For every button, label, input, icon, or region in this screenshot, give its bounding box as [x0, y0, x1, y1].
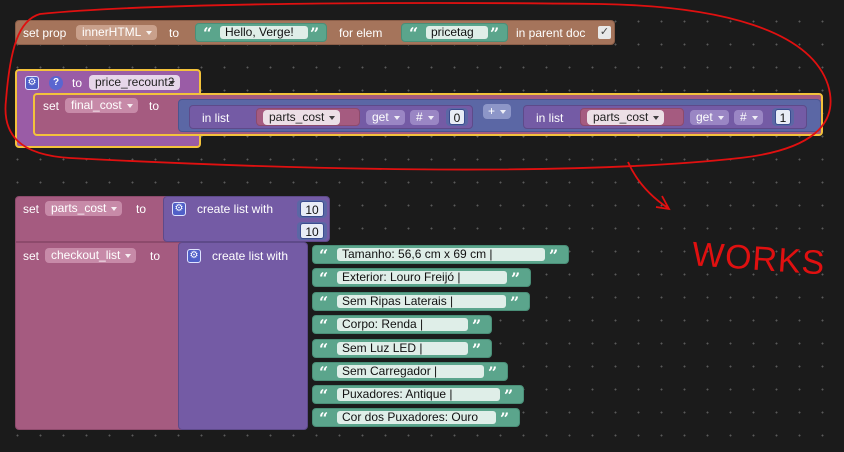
annotation-overlay: WORKS — [4, 2, 832, 283]
annotation-circle — [4, 2, 832, 171]
annotation-text: WORKS — [691, 235, 827, 282]
annotation-arrow — [627, 161, 671, 211]
